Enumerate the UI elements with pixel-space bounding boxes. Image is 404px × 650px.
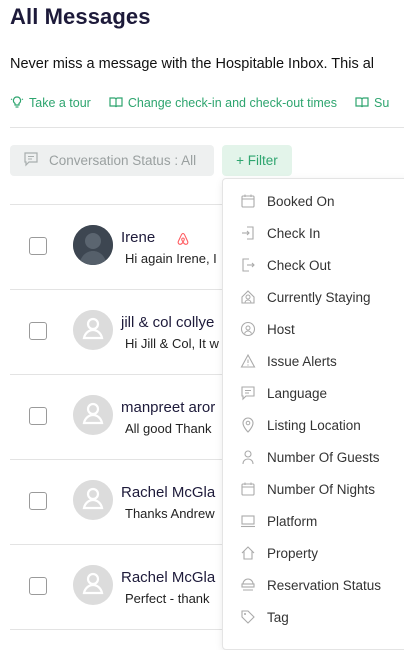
filter-option-host[interactable]: Host <box>223 313 404 345</box>
guest-name: Irene <box>121 229 156 246</box>
filter-option-currently-staying[interactable]: Currently Staying <box>223 281 404 313</box>
reservation-icon <box>239 576 257 594</box>
filter-option-label: Platform <box>267 513 318 529</box>
filter-option-number-of-guests[interactable]: Number Of Guests <box>223 441 404 473</box>
page-subtitle: Never miss a message with the Hospitable… <box>10 56 375 72</box>
message-preview: Hi again Irene, I <box>125 251 217 266</box>
row-checkbox[interactable] <box>29 577 47 595</box>
lightbulb-icon <box>10 95 29 112</box>
filter-option-label: Booked On <box>267 193 335 209</box>
avatar <box>73 225 113 265</box>
host-icon <box>239 320 257 338</box>
book-icon <box>109 95 128 112</box>
row-checkbox[interactable] <box>29 237 47 255</box>
calendar-icon <box>239 192 257 210</box>
filter-option-label: Currently Staying <box>267 289 371 305</box>
row-checkbox[interactable] <box>29 322 47 340</box>
filter-option-property[interactable]: Property <box>223 537 404 569</box>
filter-option-tag[interactable]: Tag <box>223 601 404 633</box>
filter-option-label: Reservation Status <box>267 577 382 593</box>
filter-option-label: Number Of Nights <box>267 481 376 497</box>
message-preview: Thanks Andrew <box>125 506 215 521</box>
filter-dropdown: Booked On Check In Check Out Currently S… <box>222 178 404 650</box>
filter-option-label: Check Out <box>267 257 331 273</box>
guest-name: Rachel McGla <box>121 569 216 586</box>
message-preview: Perfect - thank <box>125 591 210 606</box>
guest-name: manpreet aror <box>121 399 216 416</box>
person-icon <box>239 448 257 466</box>
change-checkin-label: Change check-in and check-out times <box>127 96 337 110</box>
filter-option-listing-location[interactable]: Listing Location <box>223 409 404 441</box>
avatar <box>73 310 113 350</box>
page-title: All Messages <box>10 4 151 29</box>
check-in-icon <box>239 224 257 242</box>
conversation-status-label: Conversation Status : All <box>49 153 197 168</box>
book-icon <box>355 95 374 112</box>
chat-icon <box>10 151 49 170</box>
filter-option-platform[interactable]: Platform <box>223 505 404 537</box>
user-placeholder-icon <box>73 480 113 520</box>
support-link[interactable]: Su <box>355 95 389 112</box>
airbnb-icon <box>176 231 190 250</box>
message-preview: All good Thank <box>125 421 212 436</box>
filter-option-check-in[interactable]: Check In <box>223 217 404 249</box>
row-checkbox[interactable] <box>29 407 47 425</box>
filter-option-language[interactable]: Language <box>223 377 404 409</box>
change-checkin-link[interactable]: Change check-in and check-out times <box>109 95 337 112</box>
filter-option-reservation-status[interactable]: Reservation Status <box>223 569 404 601</box>
filter-option-label: Check In <box>267 225 321 241</box>
support-label: Su <box>373 96 390 110</box>
message-preview: Hi Jill & Col, It w <box>125 336 219 351</box>
warning-icon <box>239 352 257 370</box>
take-tour-label: Take a tour <box>29 96 91 110</box>
row-checkbox[interactable] <box>29 492 47 510</box>
filter-option-check-out[interactable]: Check Out <box>223 249 404 281</box>
chat-icon <box>239 384 257 402</box>
take-tour-link[interactable]: Take a tour <box>10 95 91 112</box>
help-links: Take a tour Change check-in and check-ou… <box>10 94 404 112</box>
calendar-icon <box>239 480 257 498</box>
user-placeholder-icon <box>73 395 113 435</box>
conversation-status-button[interactable]: Conversation Status : All <box>10 145 214 176</box>
filter-option-label: Property <box>267 545 319 561</box>
filter-option-label: Issue Alerts <box>267 353 337 369</box>
platform-icon <box>239 512 257 530</box>
avatar <box>73 565 113 605</box>
filter-option-label: Host <box>267 321 295 337</box>
filter-button[interactable]: + Filter <box>222 145 292 176</box>
avatar <box>73 480 113 520</box>
filter-option-number-of-nights[interactable]: Number Of Nights <box>223 473 404 505</box>
tag-icon <box>239 608 257 626</box>
check-out-icon <box>239 256 257 274</box>
filter-option-booked-on[interactable]: Booked On <box>223 185 404 217</box>
filter-option-label: Number Of Guests <box>267 449 380 465</box>
user-placeholder-icon <box>73 565 113 605</box>
divider <box>10 127 404 128</box>
guest-name: jill & col collye <box>121 314 215 331</box>
user-placeholder-icon <box>73 310 113 350</box>
filter-option-label: Tag <box>267 609 289 625</box>
avatar <box>73 395 113 435</box>
home-icon <box>239 544 257 562</box>
filter-option-label: Language <box>267 385 328 401</box>
guest-name: Rachel McGla <box>121 484 216 501</box>
guest-icon <box>239 288 257 306</box>
filter-option-issue-alerts[interactable]: Issue Alerts <box>223 345 404 377</box>
location-pin-icon <box>239 416 257 434</box>
filter-option-label: Listing Location <box>267 417 361 433</box>
